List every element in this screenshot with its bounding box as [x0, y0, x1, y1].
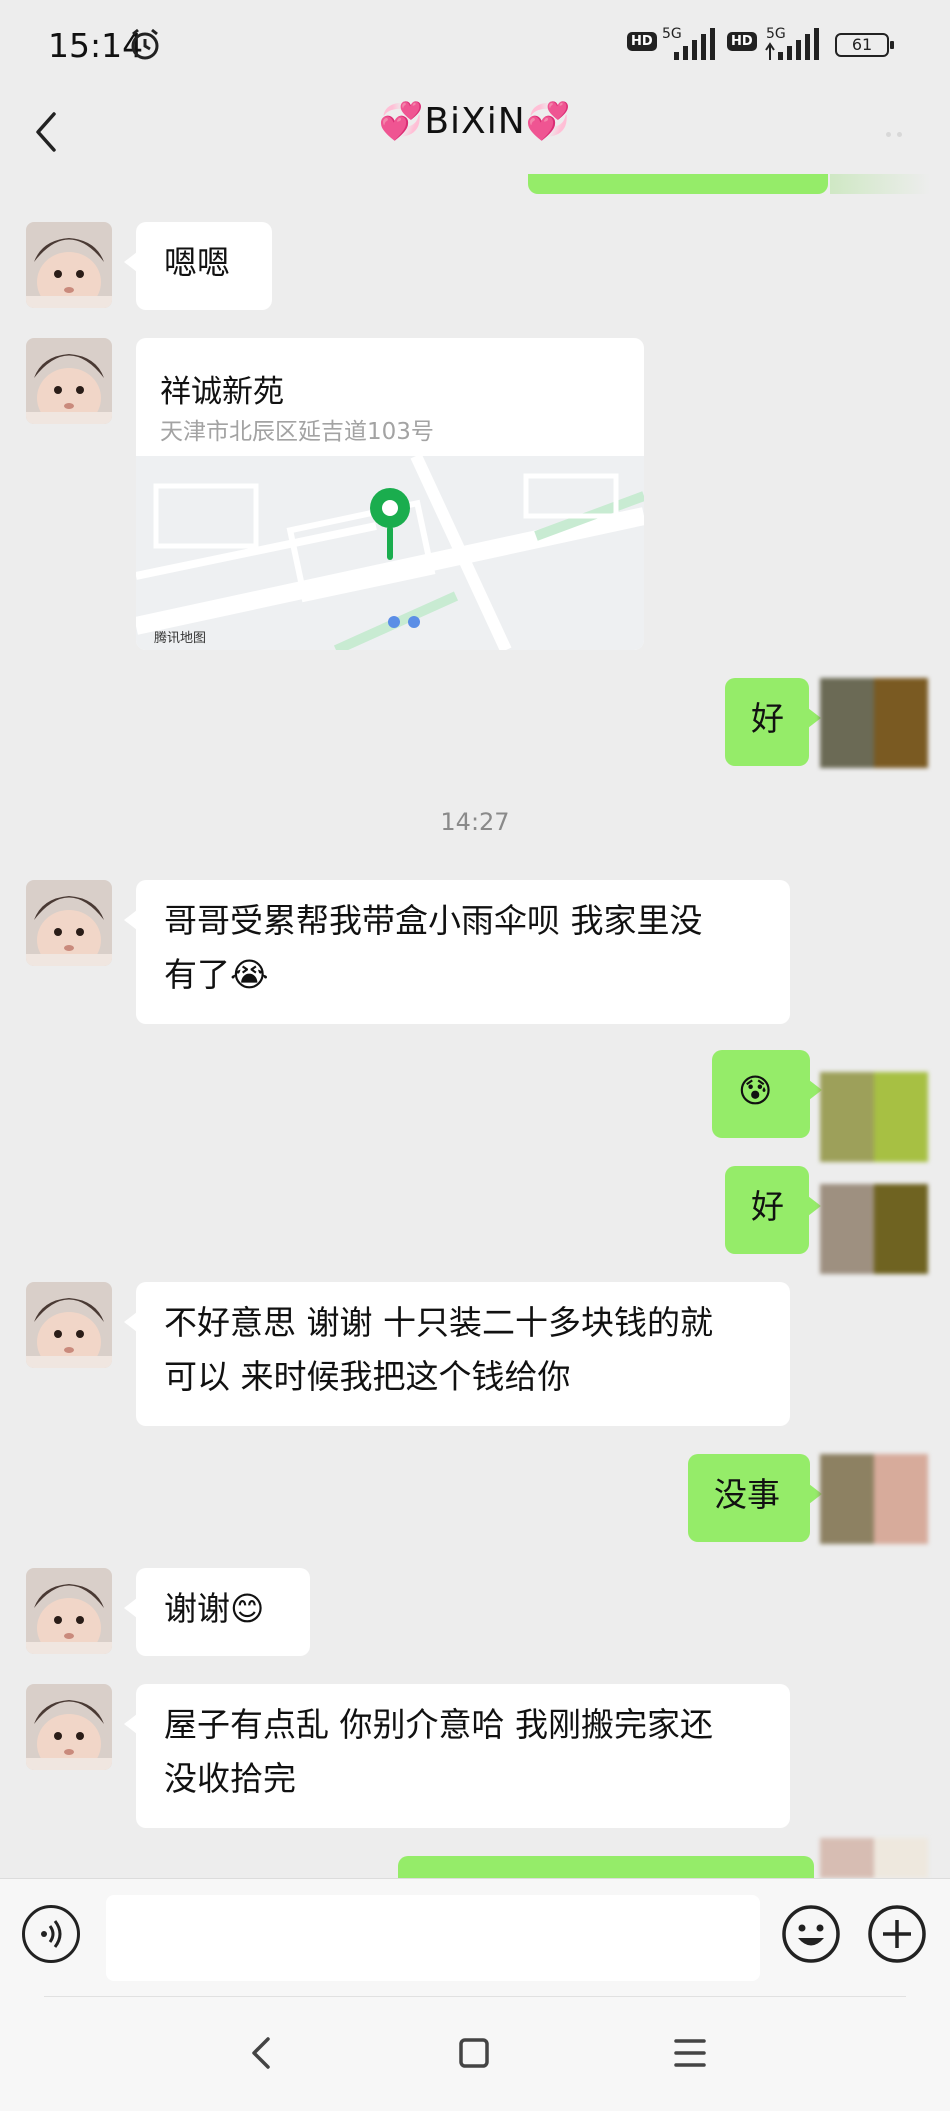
own-avatar[interactable]	[820, 1184, 928, 1274]
status-bar: 15:14 HD 5G HD 5G 61	[0, 0, 950, 90]
nav-menu-icon[interactable]	[660, 2026, 720, 2080]
message-text-line: 屋子有点乱 你别介意哈 我刚搬完家还	[164, 1705, 713, 1744]
message-sent[interactable]: 好	[725, 678, 821, 766]
message-text-line: 可以 来时候我把这个钱给你	[164, 1357, 571, 1396]
own-avatar[interactable]	[820, 1072, 928, 1162]
message-text: 好	[751, 699, 784, 738]
sent-bubble-partial	[528, 174, 828, 194]
message-received[interactable]: 哥哥受累帮我带盒小雨伞呗 我家里没 有了😭	[124, 880, 790, 1024]
message-received[interactable]: 嗯嗯	[124, 222, 272, 310]
message-text: 没事	[714, 1475, 780, 1514]
avatar[interactable]	[26, 1684, 112, 1770]
system-nav-bar	[0, 1996, 950, 2111]
sent-bubble-partial	[398, 1856, 814, 1878]
avatar[interactable]	[26, 880, 112, 966]
message-sent[interactable]: 好	[725, 1166, 821, 1254]
location-name: 祥诚新苑	[160, 374, 284, 410]
message-text: 😰	[738, 1071, 773, 1110]
own-avatar[interactable]	[820, 1838, 928, 1878]
location-map: 腾讯地图	[136, 453, 644, 650]
avatar[interactable]	[26, 338, 112, 424]
hd-badge-2: HD	[727, 32, 757, 51]
message-received[interactable]: 谢谢😊	[124, 1568, 310, 1656]
message-text-line: 没收拾完	[164, 1759, 296, 1798]
message-received[interactable]: 不好意思 谢谢 十只装二十多块钱的就 可以 来时候我把这个钱给你	[124, 1282, 790, 1426]
message-sent[interactable]: 没事	[688, 1454, 822, 1542]
message-text-line: 不好意思 谢谢 十只装二十多块钱的就	[164, 1303, 713, 1342]
message-text-line: 哥哥受累帮我带盒小雨伞呗 我家里没	[164, 901, 703, 940]
battery-indicator: 61	[835, 33, 894, 57]
own-avatar[interactable]	[820, 1454, 928, 1544]
message-text: 嗯嗯	[164, 243, 230, 282]
plus-icon[interactable]	[866, 1903, 928, 1965]
message-sent[interactable]: 😰	[712, 1050, 822, 1138]
own-avatar[interactable]	[820, 678, 928, 768]
signal-icon-2	[765, 28, 819, 60]
signal-icon	[674, 28, 715, 60]
nav-home-icon[interactable]	[444, 2026, 504, 2080]
chat-header: 💞BiXiN💞	[0, 90, 950, 174]
more-icon[interactable]	[880, 122, 910, 138]
nav-back-icon[interactable]	[232, 2026, 292, 2080]
message-text: 谢谢😊	[164, 1589, 265, 1628]
chat-title: 💞BiXiN💞	[378, 101, 572, 142]
divider	[44, 1996, 906, 1997]
message-received[interactable]: 屋子有点乱 你别介意哈 我刚搬完家还 没收拾完	[124, 1684, 790, 1828]
timestamp: 14:27	[440, 808, 510, 836]
avatar[interactable]	[26, 222, 112, 308]
alarm-icon	[131, 28, 159, 60]
message-text-line: 有了😭	[164, 955, 269, 994]
input-bar	[0, 1878, 950, 1997]
location-address: 天津市北辰区延吉道103号	[160, 419, 434, 445]
voice-icon[interactable]	[22, 1905, 80, 1963]
emoji-icon[interactable]	[780, 1903, 842, 1965]
message-text: 好	[751, 1187, 784, 1226]
avatar[interactable]	[26, 1568, 112, 1654]
message-input[interactable]	[106, 1895, 760, 1981]
map-logo: 腾讯地图	[154, 631, 207, 646]
avatar[interactable]	[26, 1282, 112, 1368]
hd-badge: HD	[627, 32, 657, 51]
location-card[interactable]: 祥诚新苑 天津市北辰区延吉道103号 腾讯地图	[136, 338, 644, 650]
sender-avatar-partial	[830, 174, 930, 194]
